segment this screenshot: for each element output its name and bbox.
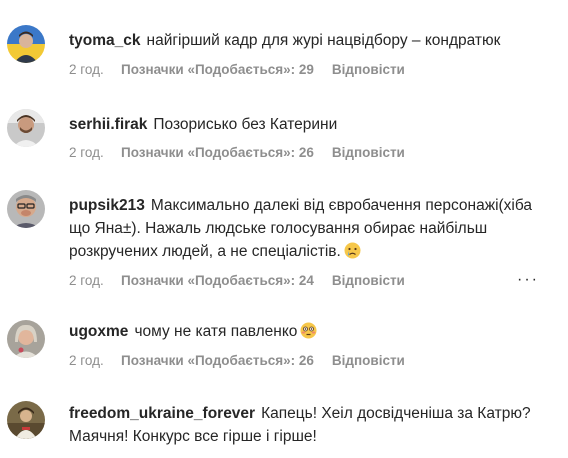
more-options-button[interactable]: ··· [517, 271, 539, 289]
comment-body: tyoma_ck найгірший кадр для журі нацвідбо… [69, 29, 549, 52]
reply-button[interactable]: Відповісти [332, 353, 405, 368]
comment-text: найгірший кадр для журі нацвідбору – кон… [146, 32, 501, 49]
comment-meta: 2 год. Позначки «Подобається»: 26 Відповіс… [69, 145, 405, 160]
avatar[interactable] [7, 25, 45, 63]
comment-body: serhii.firak Позорисько без Катерини [69, 113, 549, 136]
flushed-face-emoji [300, 322, 317, 339]
avatar[interactable] [7, 190, 45, 228]
comment-time[interactable]: 2 год. [69, 62, 121, 77]
comment-time[interactable]: 2 год. [69, 353, 121, 368]
comment-username[interactable]: pupsik213 [69, 197, 145, 214]
comment-meta: 2 год. Позначки «Подобається»: 24 Відповіс… [69, 271, 537, 288]
comment-text: Позорисько без Катерини [153, 116, 338, 133]
comment-likes[interactable]: Позначки «Подобається»: 26 [121, 353, 314, 368]
comment-username[interactable]: serhii.firak [69, 116, 147, 133]
comment-username[interactable]: freedom_ukraine_forever [69, 405, 255, 422]
reply-button[interactable]: Відповісти [332, 145, 405, 160]
comment-time[interactable]: 2 год. [69, 273, 121, 288]
comment-meta: 2 год. Позначки «Подобається»: 29 Відповіс… [69, 62, 405, 77]
reply-button[interactable]: Відповісти [332, 273, 405, 288]
comment-username[interactable]: ugoxme [69, 323, 128, 340]
comment-body: pupsik213 Максимально далекі від євробаче… [69, 194, 549, 263]
comment-meta: 2 год. Позначки «Подобається»: 26 Відповіс… [69, 353, 405, 368]
comment-text: чому не катя павленко [134, 323, 298, 340]
comment-likes[interactable]: Позначки «Подобається»: 26 [121, 145, 314, 160]
comment-likes[interactable]: Позначки «Подобається»: 29 [121, 62, 314, 77]
comment-body: ugoxme чому не катя павленко [69, 320, 549, 343]
comment-time[interactable]: 2 год. [69, 145, 121, 160]
avatar[interactable] [7, 320, 45, 358]
avatar[interactable] [7, 401, 45, 439]
comment-body: freedom_ukraine_forever Капець! Хеіл досв… [69, 402, 549, 448]
avatar[interactable] [7, 109, 45, 147]
crying-face-emoji [344, 242, 361, 259]
comment-likes[interactable]: Позначки «Подобається»: 24 [121, 273, 314, 288]
comment-username[interactable]: tyoma_ck [69, 32, 141, 49]
reply-button[interactable]: Відповісти [332, 62, 405, 77]
